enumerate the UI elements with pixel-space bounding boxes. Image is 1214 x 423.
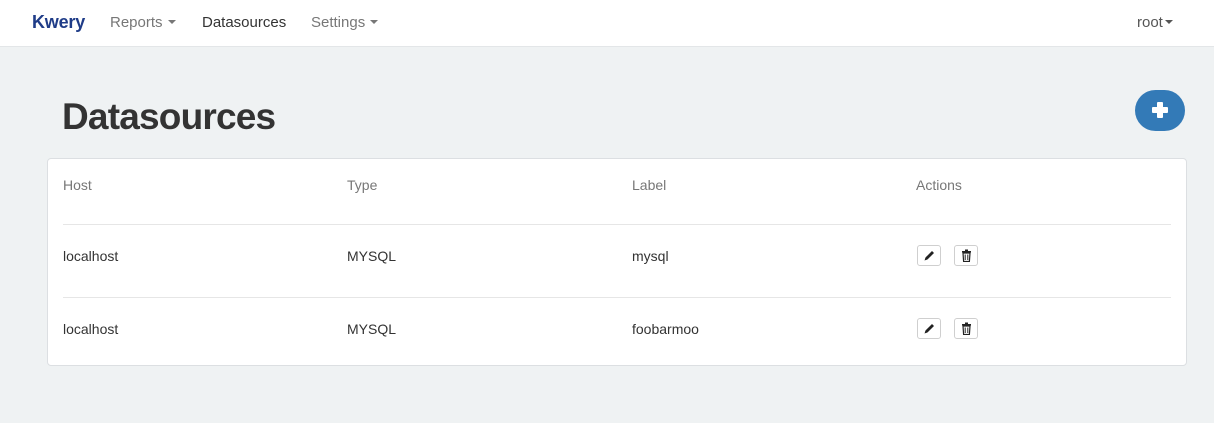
trash-icon xyxy=(962,249,971,262)
cell-host: localhost xyxy=(63,321,119,337)
delete-button[interactable] xyxy=(954,318,978,339)
row-divider xyxy=(63,297,1171,298)
chevron-down-icon xyxy=(167,20,176,25)
column-header-actions: Actions xyxy=(916,177,962,193)
nav-datasources-label: Datasources xyxy=(202,14,287,31)
pencil-icon xyxy=(924,251,934,261)
row-divider xyxy=(63,224,1171,225)
brand-logo[interactable]: Kwery xyxy=(32,12,85,33)
nav-settings[interactable]: Settings xyxy=(311,14,379,31)
nav-reports[interactable]: Reports xyxy=(110,14,176,31)
top-navbar: Kwery Reports Datasources Settings root xyxy=(0,0,1214,47)
user-menu-label: root xyxy=(1137,14,1163,31)
user-menu[interactable]: root xyxy=(1137,14,1173,31)
page-title: Datasources xyxy=(62,96,276,137)
edit-button[interactable] xyxy=(917,318,941,339)
chevron-down-icon xyxy=(370,20,379,25)
pencil-icon xyxy=(924,324,934,334)
cell-label: mysql xyxy=(632,248,669,264)
column-header-host: Host xyxy=(63,177,92,193)
column-header-label: Label xyxy=(632,177,667,193)
delete-button[interactable] xyxy=(954,245,978,266)
chevron-down-icon xyxy=(1164,20,1173,25)
add-datasource-button[interactable] xyxy=(1135,90,1185,131)
datasources-table: Host Type Label Actions localhost MYSQL … xyxy=(47,158,1187,366)
nav-datasources[interactable]: Datasources xyxy=(202,14,286,31)
trash-icon xyxy=(962,322,971,335)
cell-host: localhost xyxy=(63,248,119,264)
nav-reports-label: Reports xyxy=(110,14,163,31)
cell-type: MYSQL xyxy=(347,321,397,337)
column-header-type: Type xyxy=(347,177,378,193)
cell-label: foobarmoo xyxy=(632,321,699,337)
nav-settings-label: Settings xyxy=(311,14,366,31)
edit-button[interactable] xyxy=(917,245,941,266)
cell-type: MYSQL xyxy=(347,248,397,264)
